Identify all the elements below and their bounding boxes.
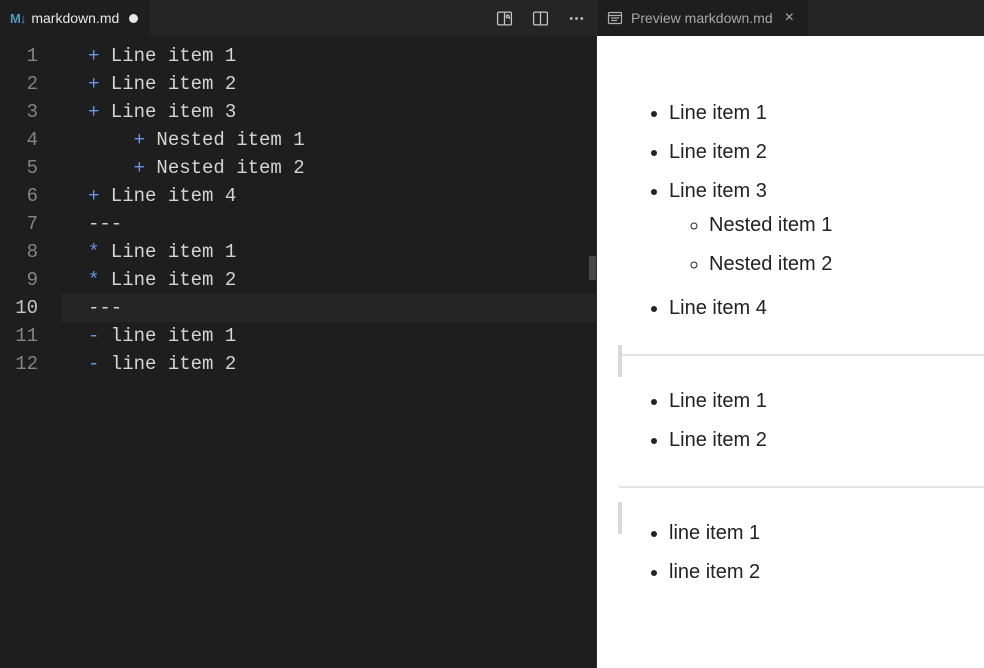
line-number: 7 <box>0 210 38 238</box>
list-bullet-char: + <box>88 45 99 67</box>
horizontal-rule <box>619 486 984 488</box>
preview-side-icon <box>496 10 513 27</box>
line-number: 12 <box>0 350 38 378</box>
preview-list: line item 1line item 2 <box>619 514 984 592</box>
code-line[interactable]: * Line item 1 <box>62 238 596 266</box>
editor-tabbar: M↓ markdown.md <box>0 0 596 36</box>
code-line[interactable]: + Nested item 1 <box>62 126 596 154</box>
list-item: Line item 3Nested item 1Nested item 2 <box>669 172 984 289</box>
line-number: 9 <box>0 266 38 294</box>
code-area[interactable]: + Line item 1+ Line item 2+ Line item 3 … <box>62 42 596 668</box>
line-number: 10 <box>0 294 38 322</box>
code-line[interactable]: + Nested item 2 <box>62 154 596 182</box>
code-line[interactable]: --- <box>62 294 596 322</box>
line-number: 8 <box>0 238 38 266</box>
list-item: Line item 2 <box>669 421 984 460</box>
list-bullet-char: - <box>88 353 99 375</box>
ellipsis-icon <box>568 10 585 27</box>
code-line[interactable]: + Line item 4 <box>62 182 596 210</box>
list-bullet-char: - <box>88 325 99 347</box>
list-item: Line item 4 <box>669 289 984 328</box>
code-line[interactable]: + Line item 3 <box>62 98 596 126</box>
list-bullet-char: * <box>88 269 99 291</box>
editor-tab-markdown[interactable]: M↓ markdown.md <box>0 0 150 36</box>
list-bullet-char: + <box>134 129 145 151</box>
list-item: Line item 2 <box>669 133 984 172</box>
list-item: line item 2 <box>669 553 984 592</box>
list-item: line item 1 <box>669 514 984 553</box>
preview-tab[interactable]: Preview markdown.md × <box>597 0 808 36</box>
list-item: Line item 1 <box>669 382 984 421</box>
line-number: 4 <box>0 126 38 154</box>
list-bullet-char: + <box>88 185 99 207</box>
code-line[interactable]: + Line item 2 <box>62 70 596 98</box>
line-number: 6 <box>0 182 38 210</box>
code-line[interactable]: - line item 1 <box>62 322 596 350</box>
line-number: 5 <box>0 154 38 182</box>
editor-body[interactable]: 123456789101112 + Line item 1+ Line item… <box>0 36 596 668</box>
line-number: 3 <box>0 98 38 126</box>
editor-tab-label: markdown.md <box>31 10 119 26</box>
list-bullet-char: + <box>88 101 99 123</box>
list-item: Nested item 1 <box>709 206 984 245</box>
active-line-marker <box>618 502 622 534</box>
preview-icon <box>607 10 623 26</box>
active-line-marker <box>618 345 622 377</box>
close-tab-button[interactable]: × <box>781 10 798 26</box>
list-bullet-char: + <box>88 73 99 95</box>
preview-pane: Preview markdown.md × Line item 1Line it… <box>596 0 984 668</box>
overview-ruler-thumb[interactable] <box>589 256 596 280</box>
editor-pane: M↓ markdown.md <box>0 0 596 668</box>
horizontal-rule <box>619 354 984 356</box>
line-number-gutter: 123456789101112 <box>0 42 62 668</box>
preview-list: Line item 1Line item 2Line item 3Nested … <box>619 94 984 328</box>
split-editor-button[interactable] <box>528 6 552 30</box>
preview-tabbar: Preview markdown.md × <box>597 0 984 36</box>
preview-list: Nested item 1Nested item 2 <box>669 206 984 284</box>
preview-body[interactable]: Line item 1Line item 2Line item 3Nested … <box>597 36 984 668</box>
code-line[interactable]: * Line item 2 <box>62 266 596 294</box>
open-preview-side-button[interactable] <box>492 6 516 30</box>
list-item: Nested item 2 <box>709 245 984 284</box>
markdown-file-icon: M↓ <box>10 11 25 26</box>
editor-tab-actions <box>492 0 588 36</box>
preview-tab-label: Preview markdown.md <box>631 10 773 26</box>
code-line[interactable]: + Line item 1 <box>62 42 596 70</box>
dirty-indicator-icon <box>129 14 138 23</box>
more-actions-button[interactable] <box>564 6 588 30</box>
line-number: 2 <box>0 70 38 98</box>
code-line[interactable]: - line item 2 <box>62 350 596 378</box>
line-number: 11 <box>0 322 38 350</box>
list-bullet-char: * <box>88 241 99 263</box>
list-bullet-char: + <box>134 157 145 179</box>
split-editor-icon <box>532 10 549 27</box>
line-number: 1 <box>0 42 38 70</box>
preview-list: Line item 1Line item 2 <box>619 382 984 460</box>
code-line[interactable]: --- <box>62 210 596 238</box>
list-item: Line item 1 <box>669 94 984 133</box>
